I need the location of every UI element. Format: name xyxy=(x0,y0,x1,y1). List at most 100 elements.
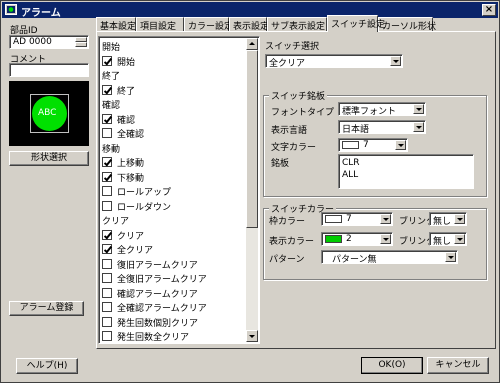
checkbox-checked-icon[interactable] xyxy=(102,113,112,124)
window-title: アラーム xyxy=(21,8,61,19)
checklist-item-label: 上移動 xyxy=(117,159,145,169)
checklist-item-label: 復旧アラームクリア xyxy=(117,260,198,271)
tab-0[interactable]: 基本設定 xyxy=(96,17,136,32)
display-lang-label: 表示言語 xyxy=(271,126,308,136)
ok-button[interactable]: OK(O) xyxy=(361,357,423,374)
text-color-value: 7 xyxy=(363,140,369,150)
checkbox-unchecked-icon[interactable] xyxy=(102,128,112,138)
scroll-down-icon[interactable] xyxy=(246,330,258,342)
tab-4[interactable]: サブ表示設定 xyxy=(267,17,327,32)
checklist-item-label: ロールダウン xyxy=(117,202,172,213)
blink-dropdown-1[interactable]: 無し xyxy=(429,212,467,227)
checkbox-unchecked-icon[interactable] xyxy=(102,186,112,196)
checklist-category: 確認 xyxy=(102,101,121,111)
switch-select-label: スイッチ選択 xyxy=(265,42,320,52)
chevron-down-icon[interactable] xyxy=(454,214,465,224)
alarm-dialog: アラーム × 部品ID AD 0000 コメント ABC 形状選択 アラーム登録… xyxy=(0,0,500,383)
checkbox-unchecked-icon[interactable] xyxy=(102,316,112,327)
tab-label: スイッチ設定 xyxy=(331,20,386,30)
checklist-item-label: 開始 xyxy=(117,57,136,68)
part-id-spinner[interactable] xyxy=(75,37,87,47)
chevron-down-icon[interactable] xyxy=(413,104,424,114)
pattern-label: パターン xyxy=(269,255,305,265)
display-color-value: 2 xyxy=(346,234,352,244)
scroll-up-icon[interactable] xyxy=(246,38,258,50)
tab-3[interactable]: 表示設定 xyxy=(229,17,269,32)
switch-select-value: 全クリア xyxy=(269,59,306,69)
chevron-down-icon[interactable] xyxy=(390,56,401,66)
checkbox-unchecked-icon[interactable] xyxy=(102,273,112,283)
pattern-value: パターン無 xyxy=(332,255,377,265)
switch-select-dropdown[interactable]: 全クリア xyxy=(265,54,403,69)
plate-textarea[interactable]: CLR ALL xyxy=(338,154,474,189)
checklist-category: クリア xyxy=(102,217,130,227)
chevron-down-icon[interactable] xyxy=(380,214,391,224)
scroll-thumb[interactable] xyxy=(246,50,258,228)
checkbox-checked-icon[interactable] xyxy=(102,229,112,240)
shape-select-label: 形状選択 xyxy=(30,153,67,163)
checkbox-checked-icon[interactable] xyxy=(102,55,112,66)
checkbox-unchecked-icon[interactable] xyxy=(102,287,112,298)
chevron-down-icon[interactable] xyxy=(445,252,456,262)
frame-color-swatch xyxy=(325,215,342,223)
display-lang-value: 日本語 xyxy=(342,125,370,135)
checklist-item-label: 全確認アラームクリア xyxy=(117,304,207,314)
frame-color-dropdown[interactable]: 7 xyxy=(321,212,393,226)
checkbox-checked-icon[interactable] xyxy=(102,171,112,182)
cancel-button[interactable]: キャンセル xyxy=(427,357,489,374)
checkbox-unchecked-icon[interactable] xyxy=(102,200,112,211)
blink-value-2: 無し xyxy=(433,237,452,247)
alarm-register-button[interactable]: アラーム登録 xyxy=(9,301,84,316)
display-color-swatch xyxy=(325,235,342,243)
chevron-down-icon[interactable] xyxy=(380,234,391,244)
close-button[interactable]: × xyxy=(482,4,496,16)
checkbox-unchecked-icon[interactable] xyxy=(102,258,112,269)
checklist-item-label: 終了 xyxy=(117,86,136,97)
help-button[interactable]: ヘルプ(H) xyxy=(16,358,78,374)
checklist-item-label: 全復旧アラームクリア xyxy=(117,275,207,285)
shape-select-button[interactable]: 形状選択 xyxy=(9,151,89,166)
plate-line-1: CLR xyxy=(342,158,360,168)
blink-dropdown-2[interactable]: 無し xyxy=(429,232,467,247)
checklist-category: 終了 xyxy=(102,72,121,82)
switch-checklist[interactable]: 開始 開始 終了 終了 確認 確認 全確認 移動 上移動 下移動 ロールアップ ロールダウン クリア クリ… xyxy=(98,36,260,344)
ok-label: OK(O) xyxy=(378,360,406,370)
tab-2[interactable]: カラー設定 xyxy=(184,17,233,32)
checkbox-unchecked-icon[interactable] xyxy=(102,331,112,341)
display-lang-dropdown[interactable]: 日本語 xyxy=(338,120,426,135)
plate-line-2: ALL xyxy=(342,170,359,180)
checklist-item-label: 確認 xyxy=(117,115,136,126)
checkbox-checked-icon[interactable] xyxy=(102,84,112,95)
checkbox-unchecked-icon[interactable] xyxy=(102,302,112,312)
tab-6[interactable]: カーソル形状 xyxy=(378,17,436,32)
checkbox-checked-icon[interactable] xyxy=(102,244,112,254)
title-bar: アラーム × xyxy=(2,2,498,19)
font-type-label: フォントタイプ xyxy=(271,108,335,118)
cancel-label: キャンセル xyxy=(435,360,481,370)
help-label: ヘルプ(H) xyxy=(26,361,68,371)
chevron-down-icon[interactable] xyxy=(413,122,424,132)
checklist-item-label: 発生回数個別クリア xyxy=(117,318,199,329)
comment-input[interactable] xyxy=(9,63,89,77)
display-color-dropdown[interactable]: 2 xyxy=(321,232,393,246)
checklist-scrollbar[interactable] xyxy=(246,38,258,342)
font-type-dropdown[interactable]: 標準フォント xyxy=(338,102,426,117)
chevron-down-icon[interactable] xyxy=(454,234,465,244)
part-id-value: AD 0000 xyxy=(13,37,52,47)
shape-preview: ABC xyxy=(9,81,89,146)
chevron-down-icon[interactable] xyxy=(395,140,406,150)
part-id-input[interactable]: AD 0000 xyxy=(9,35,89,49)
tab-1[interactable]: 項目設定 xyxy=(136,17,184,32)
pattern-dropdown[interactable]: パターン無 xyxy=(321,250,458,265)
app-icon xyxy=(5,4,17,15)
checkbox-checked-icon[interactable] xyxy=(102,157,112,167)
checklist-category: 開始 xyxy=(102,43,121,53)
text-color-dropdown[interactable]: 7 xyxy=(338,138,408,152)
text-color-swatch xyxy=(342,141,359,149)
close-icon: × xyxy=(484,4,494,15)
tab-5[interactable]: スイッチ設定 xyxy=(327,15,385,32)
checklist-category: 移動 xyxy=(102,144,121,155)
checklist-item-label: 発生回数全クリア xyxy=(117,333,190,343)
spin-down-icon[interactable] xyxy=(75,42,87,47)
checklist-item-label: ロールアップ xyxy=(117,188,172,198)
